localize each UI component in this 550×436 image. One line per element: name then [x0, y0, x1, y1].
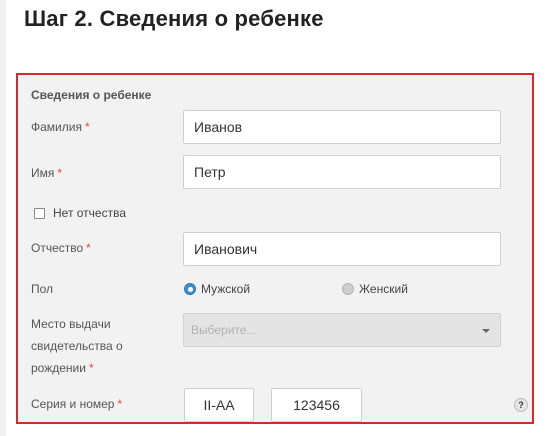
- gender-option-label: Женский: [359, 282, 408, 296]
- gender-option-female[interactable]: Женский: [342, 282, 408, 296]
- patronymic-input[interactable]: [183, 232, 501, 266]
- series-number-label-text: Серия и номер: [31, 397, 115, 411]
- required-mark: *: [86, 241, 91, 255]
- gender-option-male[interactable]: Мужской: [184, 282, 250, 296]
- no-patronymic-checkbox[interactable]: [34, 207, 45, 219]
- certificate-series-input[interactable]: [184, 388, 254, 422]
- radio-selected-icon[interactable]: [184, 283, 196, 295]
- required-mark: *: [57, 166, 63, 180]
- chevron-down-icon[interactable]: [482, 329, 490, 333]
- required-mark: *: [84, 120, 90, 134]
- help-icon[interactable]: ?: [514, 398, 528, 412]
- birth-cert-place-label-line3: рождении: [31, 361, 86, 375]
- required-mark: *: [88, 361, 94, 375]
- series-number-label: Серия и номер *: [31, 397, 122, 411]
- no-patronymic-label: Нет отчества: [53, 206, 127, 220]
- first-name-label: Имя *: [31, 166, 62, 180]
- radio-unselected-icon[interactable]: [342, 283, 354, 295]
- first-name-label-text: Имя: [31, 166, 55, 180]
- birth-cert-place-label: Место выдачи свидетельства о рождении *: [31, 313, 161, 379]
- gender-label: Пол: [31, 282, 54, 296]
- birth-cert-place-label-line1: Место выдачи: [31, 317, 111, 331]
- certificate-number-input[interactable]: [271, 388, 362, 422]
- patronymic-label-text: Отчество: [31, 241, 84, 255]
- first-name-input[interactable]: [183, 155, 501, 189]
- page-title: Шаг 2. Сведения о ребенке: [24, 6, 324, 31]
- birth-cert-place-select[interactable]: Выберите...: [183, 313, 501, 347]
- left-gutter: [0, 0, 6, 436]
- birth-cert-place-label-line2: свидетельства о: [31, 339, 123, 353]
- birth-cert-place-label-line3-row: рождении *: [31, 357, 161, 379]
- surname-label: Фамилия *: [31, 120, 90, 134]
- select-placeholder: Выберите...: [191, 323, 257, 337]
- surname-input[interactable]: [183, 110, 501, 144]
- patronymic-label: Отчество *: [31, 241, 91, 255]
- child-info-form: Сведения о ребенке Фамилия* Имя* Нет отч…: [16, 73, 534, 424]
- surname-label-text: Фамилия: [31, 120, 82, 134]
- no-patronymic-row[interactable]: Нет отчества: [34, 206, 126, 220]
- required-mark: *: [117, 397, 123, 411]
- section-title: Сведения о ребенке: [31, 88, 152, 102]
- gender-option-label: Мужской: [201, 282, 251, 296]
